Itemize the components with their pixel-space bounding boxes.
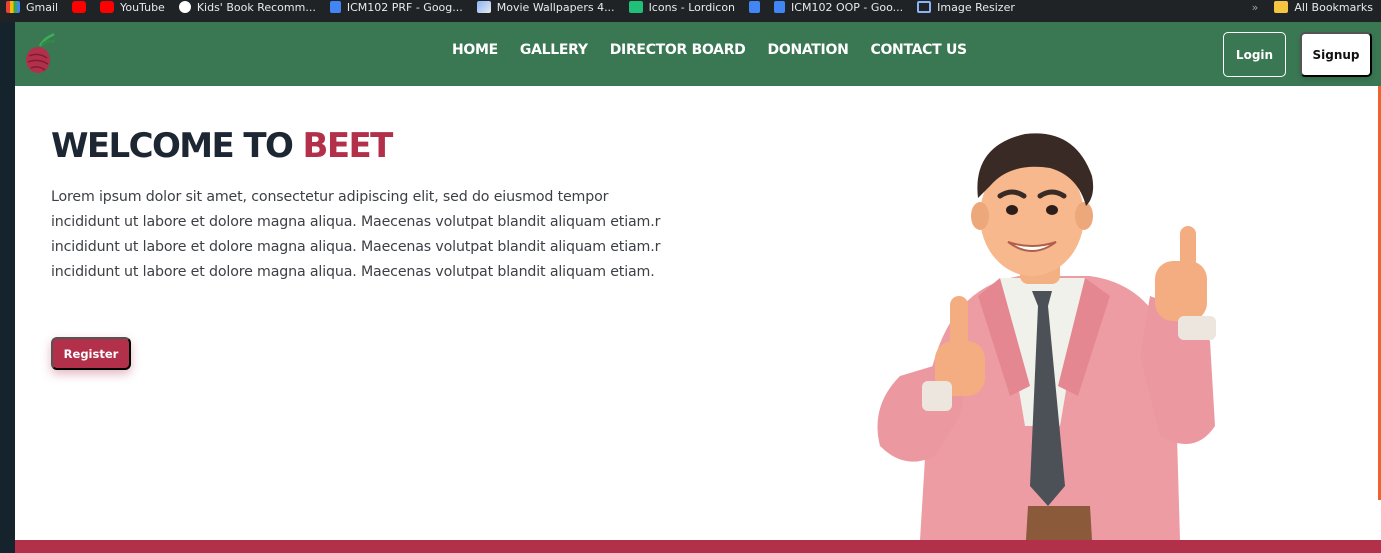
bookmark-gmail[interactable]: Gmail [0,0,66,18]
google-docs-icon [329,1,341,13]
main-nav: HOME GALLERY DIRECTOR BOARD DONATION CON… [452,42,989,58]
youtube-icon [100,1,115,13]
nav-gallery[interactable]: GALLERY [520,42,588,58]
hero-title-brand: BEET [302,126,394,166]
register-button[interactable]: Register [51,337,131,370]
google-docs-icon [749,1,761,13]
google-docs-icon [774,1,786,13]
footer-strip [15,540,1381,553]
signup-button[interactable]: Signup [1300,32,1372,77]
bookmark-kids-book[interactable]: Kids' Book Recomm... [173,0,324,18]
bookmark-image-resizer[interactable]: Image Resizer [911,0,1023,18]
bookmark-icm102-oop[interactable]: ICM102 OOP - Goo... [768,0,911,18]
login-button[interactable]: Login [1223,32,1286,77]
bookmark-youtube[interactable]: YouTube [94,0,173,18]
nav-director-board[interactable]: DIRECTOR BOARD [610,42,746,58]
bookmark-lordicon[interactable]: Icons - Lordicon [623,0,743,18]
hero-title-prefix: WELCOME TO [51,126,294,166]
bookmarks-bar: Gmail YouTube Kids' Book Recomm... ICM10… [0,0,1381,22]
hero-section: WELCOME TO BEET Lorem ipsum dolor sit am… [15,86,1381,540]
nav-donation[interactable]: DONATION [768,42,849,58]
hero-title: WELCOME TO BEET [51,126,394,166]
resize-icon [917,1,932,13]
bookmark-movie-wallpapers[interactable]: Movie Wallpapers 4... [471,0,623,18]
beet-logo-icon[interactable] [24,32,58,76]
nav-contact-us[interactable]: CONTACT US [870,42,967,58]
folder-icon [1274,1,1289,13]
lordicon-icon [628,1,643,13]
youtube-icon [72,1,87,13]
chatgpt-icon [178,1,191,13]
gmail-icon [6,1,20,13]
hero-description: Lorem ipsum dolor sit amet, consectetur … [51,189,661,280]
left-edge-strip [0,22,15,553]
image-icon [476,1,491,13]
bookmark-youtube-icon-only[interactable] [66,0,94,18]
all-bookmarks[interactable]: All Bookmarks [1268,0,1381,18]
bookmark-doc-icon-only[interactable] [743,0,768,18]
thumbs-up-man-illustration [877,133,1216,540]
nav-home[interactable]: HOME [452,42,498,58]
site-navbar: HOME GALLERY DIRECTOR BOARD DONATION CON… [15,22,1381,86]
bookmark-icm102-prf[interactable]: ICM102 PRF - Goog... [324,0,471,18]
more-bookmarks-button[interactable]: » [1242,1,1269,14]
